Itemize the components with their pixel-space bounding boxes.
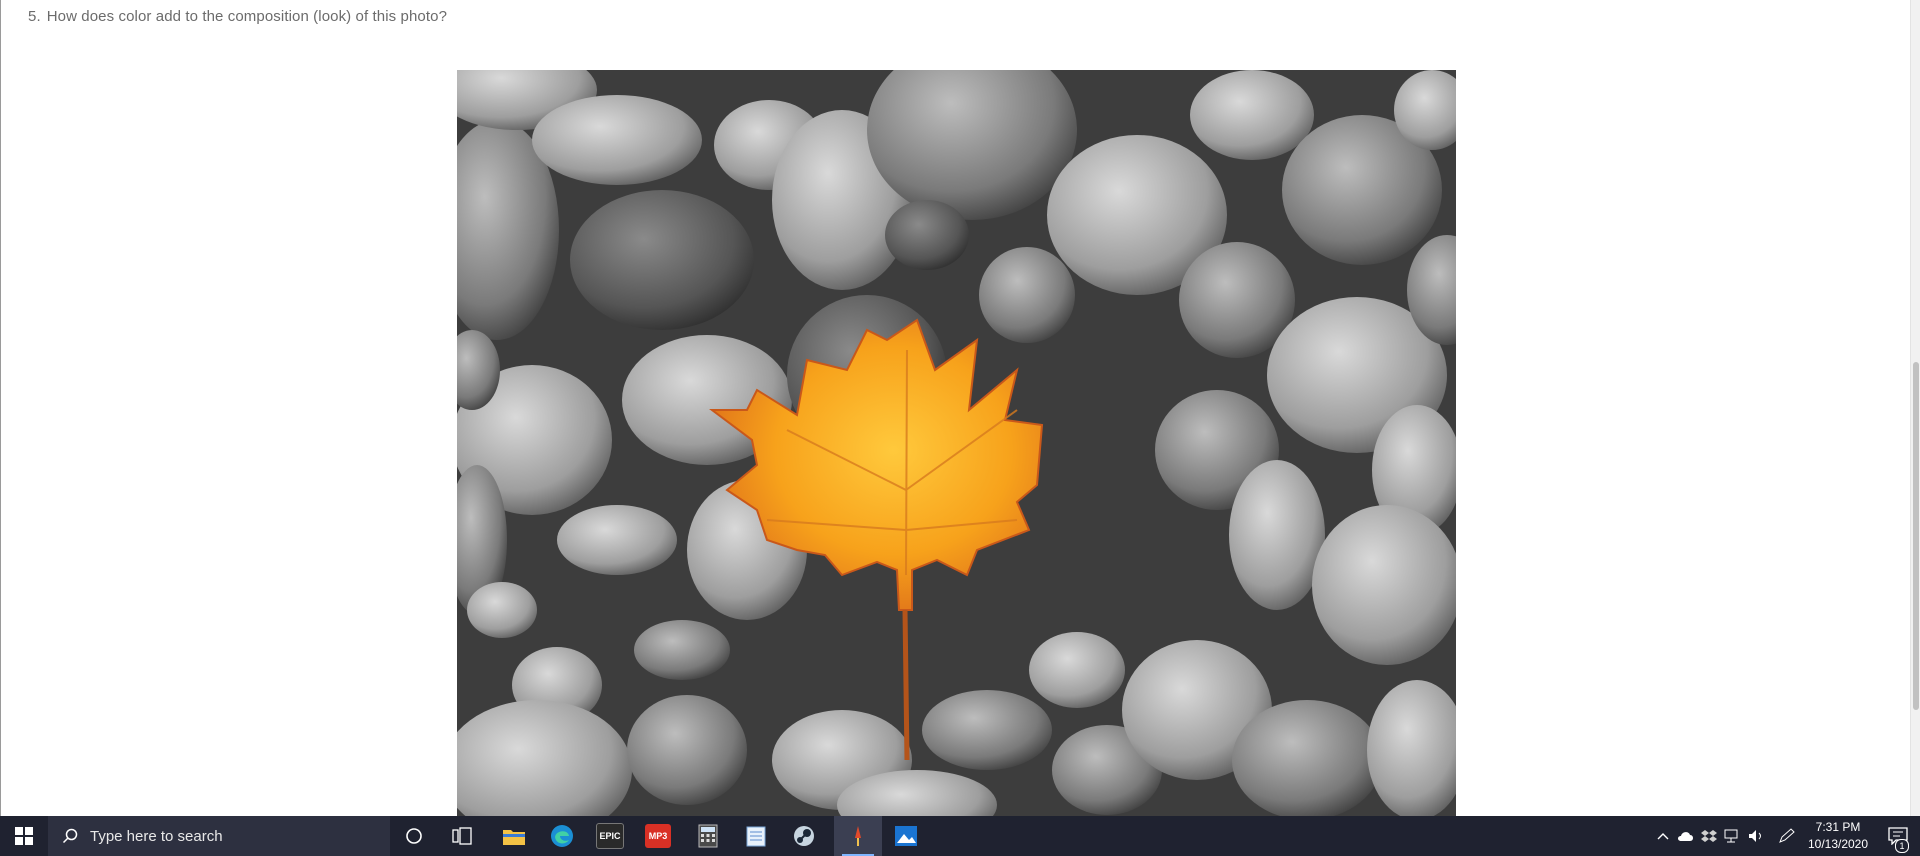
paint-icon [855,826,861,846]
edge-button[interactable] [538,816,586,856]
question-number: 5. [28,8,41,25]
show-hidden-icons-button[interactable] [1652,816,1674,856]
dropbox-icon [1701,830,1717,842]
dropbox-tray-button[interactable] [1698,816,1720,856]
network-icon [1724,829,1738,843]
circle-icon [406,828,422,844]
file-explorer-button[interactable] [490,816,538,856]
taskbar-clock[interactable]: 7:31 PM 10/13/2020 [1798,819,1878,855]
clock-date: 10/13/2020 [1807,837,1869,851]
mp3-icon: MP3 [645,824,671,848]
task-view-button[interactable] [438,816,486,856]
steam-icon [794,826,814,846]
taskbar: Type here to search EPIC MP3 7:31 PM 10/… [0,816,1920,856]
epic-label: EPIC [599,831,621,841]
windows-logo-icon [15,827,33,845]
search-placeholder: Type here to search [90,827,223,845]
pen-tray-button[interactable] [1776,816,1798,856]
start-button[interactable] [0,816,48,856]
taskbar-search-box[interactable]: Type here to search [48,816,390,856]
photo-illustration [457,70,1456,816]
paint-app-button[interactable] [834,816,882,856]
edge-icon [551,825,573,847]
volume-tray-button[interactable] [1746,816,1768,856]
notepad-icon [746,826,766,847]
question-label: How does color add to the composition (l… [46,8,448,25]
notepad-button[interactable] [732,816,780,856]
folder-icon [503,830,525,845]
epic-games-icon: EPIC [596,823,624,849]
cloud-icon [1678,832,1693,841]
clock-time: 7:31 PM [1815,820,1861,834]
question-text: 5. How does color add to the composition … [28,8,447,25]
network-tray-button[interactable] [1722,816,1744,856]
pen-icon [1779,828,1795,843]
photos-icon [895,826,917,846]
photos-button[interactable] [882,816,930,856]
calculator-icon [698,824,718,848]
page-content: 5. How does color add to the composition … [0,0,1920,816]
chevron-up-icon [1657,833,1669,840]
onedrive-tray-button[interactable] [1675,816,1697,856]
vertical-scrollbar[interactable] [1910,0,1920,816]
mp3-label: MP3 [648,831,668,841]
cortana-button[interactable] [390,816,438,856]
notification-count-badge: 1 [1895,839,1909,853]
scrollbar-thumb[interactable] [1913,362,1919,710]
volume-icon [1749,830,1761,842]
steam-button[interactable] [780,816,828,856]
epic-games-button[interactable]: EPIC [586,816,634,856]
mp3-app-button[interactable]: MP3 [634,816,682,856]
calculator-button[interactable] [684,816,732,856]
task-view-icon [452,827,472,845]
leaf-on-pebbles-photo [457,70,1456,816]
search-icon [62,828,78,844]
